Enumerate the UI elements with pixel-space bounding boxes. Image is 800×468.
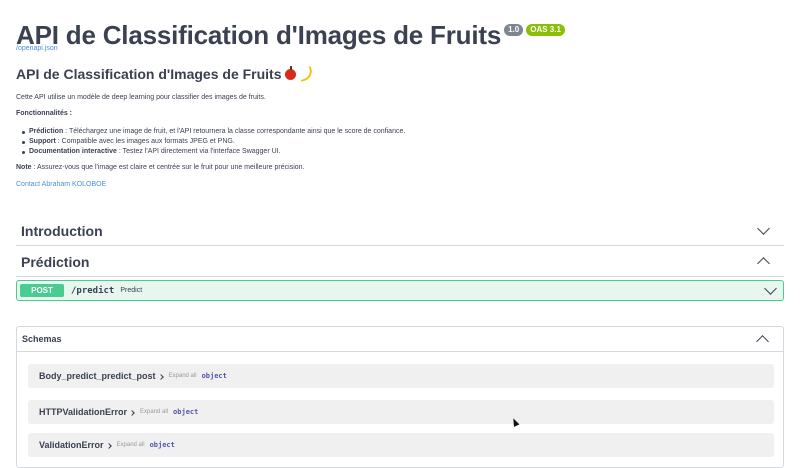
- model-validation-error[interactable]: ValidationError Expand all object: [28, 433, 774, 457]
- section-prediction-title: Prédiction: [21, 253, 90, 270]
- oas-badge: OAS 3.1: [526, 24, 565, 36]
- expand-all-button[interactable]: Expand all: [140, 409, 168, 415]
- banana-icon: [296, 65, 315, 83]
- model-name: ValidationError: [39, 440, 104, 450]
- chevron-right-icon: [105, 442, 112, 449]
- section-introduction[interactable]: Introduction: [16, 216, 784, 246]
- feature-label: Documentation interactive: [29, 148, 117, 155]
- version-badge: 1.0: [504, 24, 524, 36]
- model-body-predict-predict-post[interactable]: Body_predict_predict_post Expand all obj…: [28, 364, 774, 388]
- list-item: Documentation interactive : Testez l'API…: [21, 147, 405, 157]
- schemas-title: Schemas: [22, 334, 62, 344]
- chevron-down-icon: [757, 222, 770, 235]
- model-type: object: [201, 372, 227, 380]
- note: Note : Assurez-vous que l'image est clai…: [16, 164, 304, 171]
- expand-all-button[interactable]: Expand all: [169, 373, 197, 379]
- chevron-down-icon[interactable]: [764, 282, 777, 295]
- note-label: Note: [16, 164, 32, 171]
- schemas-section: Schemas Body_predict_predict_post Expand…: [16, 326, 784, 468]
- openapi-json-link[interactable]: /openapi.json: [16, 45, 58, 52]
- description-intro: Cette API utilise un modèle de deep lear…: [16, 94, 266, 101]
- model-name: HTTPValidationError: [39, 407, 128, 417]
- contact-link[interactable]: Contact Abraham KOLOBOE: [16, 181, 106, 188]
- expand-all-button[interactable]: Expand all: [117, 442, 145, 448]
- description-title-text: API de Classification d'Images de Fruits: [16, 66, 282, 82]
- model-type: object: [149, 441, 175, 449]
- section-prediction[interactable]: Prédiction: [16, 247, 784, 277]
- chevron-up-icon: [757, 257, 770, 270]
- operation-post-predict[interactable]: POST /predict Predict: [16, 280, 784, 301]
- model-name: Body_predict_predict_post: [39, 371, 156, 381]
- apple-icon: [284, 65, 296, 80]
- description-title: API de Classification d'Images de Fruits: [16, 65, 315, 83]
- feature-label: Support: [29, 138, 56, 145]
- section-introduction-title: Introduction: [21, 222, 103, 239]
- note-text: : Assurez-vous que l'image est claire et…: [31, 164, 305, 171]
- features-list: Prédiction : Téléchargez une image de fr…: [21, 127, 406, 157]
- model-http-validation-error[interactable]: HTTPValidationError Expand all object: [28, 400, 774, 424]
- features-heading: Fonctionnalités :: [16, 110, 72, 117]
- schemas-header[interactable]: Schemas: [17, 327, 783, 352]
- title-row: API de Classification d'Images de Fruits…: [16, 20, 565, 50]
- feature-text: : Téléchargez une image de fruit, et l'A…: [63, 128, 406, 135]
- method-badge: POST: [20, 284, 64, 297]
- chevron-up-icon: [756, 334, 769, 348]
- operation-summary: Predict: [120, 287, 143, 294]
- model-type: object: [173, 408, 199, 416]
- feature-label: Prédiction: [29, 128, 64, 135]
- chevron-right-icon: [157, 373, 164, 380]
- feature-text: : Compatible avec les images aux formats…: [55, 138, 235, 145]
- list-item: Prédiction : Téléchargez une image de fr…: [21, 127, 406, 137]
- chevron-right-icon: [129, 409, 135, 416]
- api-title: API de Classification d'Images de Fruits: [16, 20, 502, 50]
- operation-path: /predict: [71, 285, 115, 296]
- list-item: Support : Compatible avec les images aux…: [21, 137, 405, 147]
- feature-text: : Testez l'API directement via l'interfa…: [116, 148, 281, 155]
